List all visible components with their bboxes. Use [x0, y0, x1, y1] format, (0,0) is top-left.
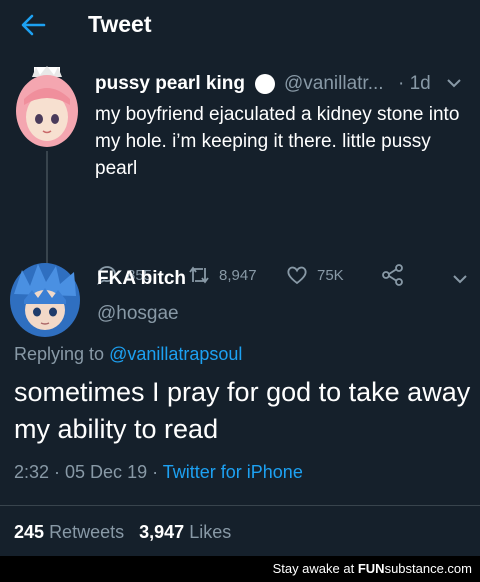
retweet-count: 8,947	[219, 266, 257, 284]
author-handle[interactable]: @hosgae	[97, 303, 179, 325]
like-label: Likes	[189, 522, 232, 542]
replying-to: Replying to @vanillatrapsoul	[14, 344, 242, 365]
tweet-text: my boyfriend ejaculated a kidney stone i…	[95, 104, 460, 179]
circle-badge-icon	[255, 74, 275, 94]
author-name[interactable]: pussy pearl king	[95, 73, 245, 95]
retweet-button[interactable]: 8,947	[187, 262, 257, 288]
replying-label: Replying to	[14, 344, 105, 364]
chevron-down-icon[interactable]	[446, 77, 462, 89]
watermark-brand-bold: FUN	[357, 561, 385, 576]
author-handle[interactable]: @vanillatr...	[284, 73, 384, 95]
retweet-label: Retweets	[49, 522, 125, 542]
like-total: 3,947	[139, 522, 185, 542]
source-link[interactable]: Twitter for iPhone	[163, 462, 303, 482]
mention-link[interactable]: @vanillatrapsoul	[109, 344, 242, 364]
tweet-text: sometimes I pray for god to take away my…	[14, 377, 471, 444]
like-count: 75K	[317, 266, 344, 284]
author-name[interactable]: FKA bitch	[97, 268, 186, 290]
chevron-down-icon[interactable]	[452, 273, 468, 285]
heart-icon	[287, 266, 307, 285]
top-bar: Tweet	[0, 0, 480, 50]
likes-stat[interactable]: 3,947 Likes	[139, 522, 231, 542]
share-icon	[382, 264, 403, 286]
watermark-brand-rest: substance.com	[384, 561, 472, 576]
tweet-timestamp: 2:32 · 05 Dec 19 ·	[14, 462, 163, 482]
retweet-total: 245	[14, 522, 45, 542]
avatar[interactable]	[8, 260, 82, 338]
page-title: Tweet	[88, 11, 152, 37]
engagement-stats: 245 Retweets 3,947 Likes	[14, 522, 231, 543]
watermark-text: Stay awake at FUNsubstance.com	[273, 561, 472, 576]
tweet-meta: 2:32 · 05 Dec 19 · Twitter for iPhone	[14, 462, 303, 483]
watermark-footer: Stay awake at FUNsubstance.com	[0, 556, 480, 582]
tweet-time: · 1d	[398, 73, 431, 94]
watermark-prefix: Stay awake at	[272, 561, 355, 576]
like-button[interactable]: 75K	[285, 262, 344, 288]
share-button[interactable]	[381, 262, 405, 288]
retweet-icon	[189, 266, 209, 284]
back-arrow-icon[interactable]	[20, 13, 46, 37]
divider	[0, 505, 480, 506]
retweets-stat[interactable]: 245 Retweets	[14, 522, 124, 542]
parent-tweet[interactable]: pussy pearl king @vanillatr... · 1d my b…	[0, 55, 480, 299]
avatar[interactable]	[12, 65, 82, 149]
